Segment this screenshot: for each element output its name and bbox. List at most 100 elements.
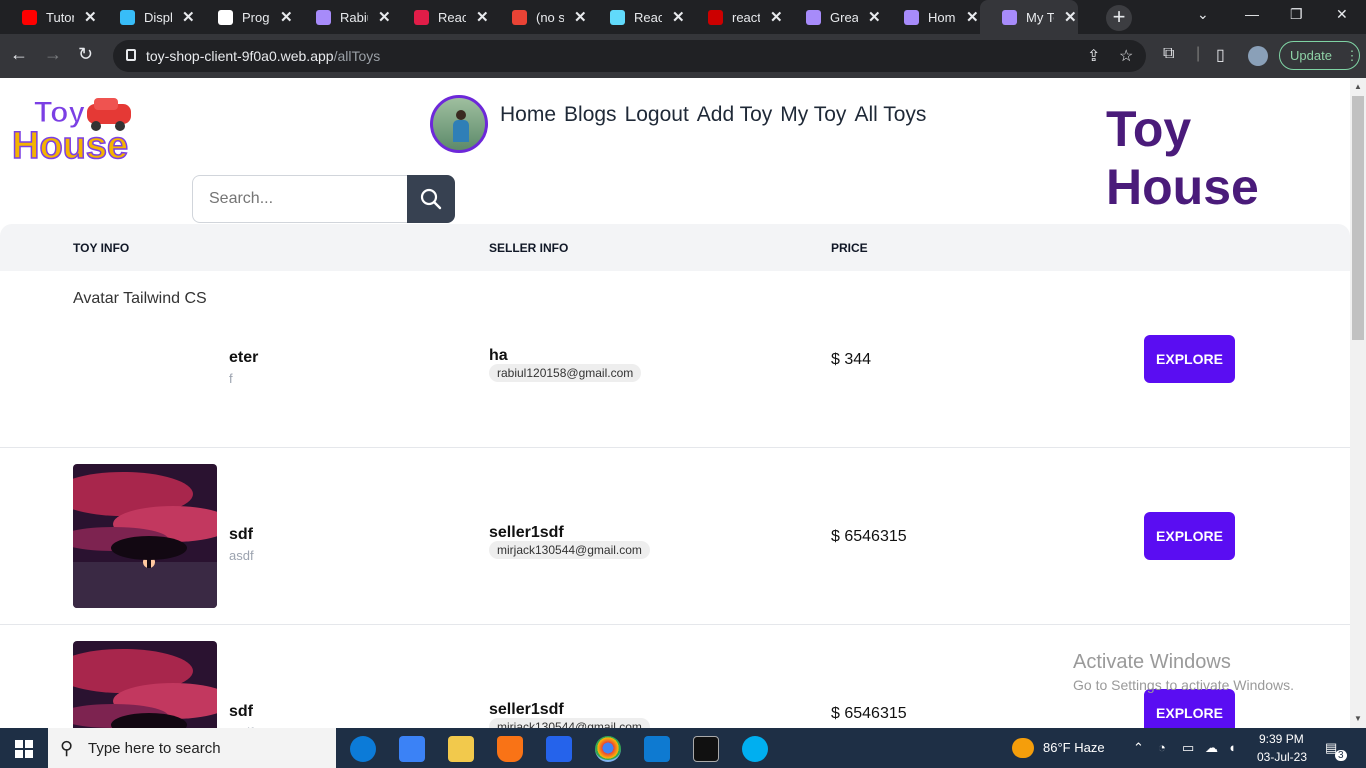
new-tab-button[interactable]: + [1106,5,1132,31]
browser-tab[interactable]: react ✕ [686,0,784,34]
taskbar-search-text: Type here to search [88,740,221,757]
edge-icon[interactable] [350,736,376,762]
browser-tab[interactable]: (no s ✕ [490,0,588,34]
page-viewport: Toy House Home Blogs Logout Add Toy My Toy Al… [0,78,1350,728]
browser-tab[interactable]: Great ✕ [784,0,882,34]
explore-button[interactable]: EXPLORE [1144,689,1235,728]
toy-thumbnail [73,464,217,608]
volume-icon[interactable]: ◖ [1228,740,1236,755]
nav-link-home[interactable]: Home [500,103,556,127]
tab-label: React [634,9,662,25]
tab-label: My To [1026,9,1054,25]
nav-link-logout[interactable]: Logout [625,103,689,127]
nav-link-my-toy[interactable]: My Toy [780,103,846,127]
notification-count: 3 [1335,750,1347,761]
table-header: TOY INFO SELLER INFO PRICE [0,224,1350,271]
onedrive-icon[interactable]: ☁ [1205,740,1218,756]
main-nav: Home Blogs Logout Add Toy My Toy All Toys [500,103,926,127]
tab-label: (no s [536,9,564,25]
browser-tab[interactable]: Home ✕ [882,0,980,34]
address-bar[interactable]: toy-shop-client-9f0a0.web.app/allToys ⇪ … [113,40,1146,72]
tab-close-icon[interactable]: ✕ [84,8,97,26]
seller-email: mirjack130544@gmail.com [489,541,650,559]
file-explorer-icon[interactable] [448,736,474,762]
profile-avatar[interactable] [1248,46,1268,66]
tab-label: Rabiu [340,9,368,25]
toy-subtitle: asdf [229,548,254,563]
header-price: PRICE [831,241,868,255]
extensions-icon[interactable]: ⧉ [1163,45,1174,63]
skype-icon[interactable] [742,736,768,762]
reload-icon[interactable]: ↻ [78,44,93,65]
close-window-button[interactable]: ✕ [1336,6,1348,23]
chrome-icon[interactable] [595,736,621,762]
search-button[interactable] [407,175,455,223]
tab-close-icon[interactable]: ✕ [672,8,685,26]
explore-button[interactable]: EXPLORE [1144,335,1235,383]
browser-tab[interactable]: Displ ✕ [98,0,196,34]
toolbar-divider: | [1196,45,1201,62]
tab-favicon-icon [610,10,625,25]
page-scrollbar[interactable]: ▲ ▼ [1350,78,1366,728]
update-button[interactable]: Update ⋮ [1279,41,1360,70]
browser-tab[interactable]: Rabiu ✕ [294,0,392,34]
tab-close-icon[interactable]: ✕ [1064,8,1077,26]
toy-thumbnail [73,641,217,728]
tab-close-icon[interactable]: ✕ [280,8,293,26]
menu-kebab-icon: ⋮ [1345,48,1359,63]
clock-time[interactable]: 9:39 PM [1259,732,1304,746]
taskbar-search[interactable]: ⚲ Type here to search [48,728,336,768]
browser-tab[interactable]: Tutor ✕ [0,0,98,34]
scroll-down-arrow[interactable]: ▼ [1354,714,1362,723]
nav-link-blogs[interactable]: Blogs [564,103,617,127]
seller-name: ha [489,347,508,364]
weather-text[interactable]: 86°F Haze [1043,740,1105,755]
tab-favicon-icon [120,10,135,25]
tab-close-icon[interactable]: ✕ [966,8,979,26]
tray-chevron-icon[interactable]: ⌃ [1133,740,1144,756]
nav-link-add-toy[interactable]: Add Toy [697,103,773,127]
restore-button[interactable]: ❐ [1290,6,1303,23]
browser-tab[interactable]: Progr ✕ [196,0,294,34]
network-icon[interactable]: ◔ [1158,740,1166,755]
store-icon[interactable] [399,736,425,762]
vscode-icon[interactable] [644,736,670,762]
forward-icon[interactable]: → [44,44,62,65]
table-row: Avatar Tailwind CS eter f ha rabiul12015… [0,271,1350,448]
mail-icon[interactable] [546,736,572,762]
bookmark-star-icon[interactable]: ☆ [1119,46,1133,66]
browser-tab[interactable]: React ✕ [588,0,686,34]
share-icon[interactable]: ⇪ [1087,46,1100,66]
tab-label: react [732,9,760,25]
explore-button[interactable]: EXPLORE [1144,512,1235,560]
meet-icon[interactable]: ▭ [1182,740,1194,756]
side-panel-icon[interactable]: ▯ [1216,45,1225,65]
tab-close-icon[interactable]: ✕ [574,8,587,26]
scroll-up-arrow[interactable]: ▲ [1354,82,1362,91]
tab-search-icon[interactable]: ⌄ [1197,6,1209,23]
nav-link-all-toys[interactable]: All Toys [854,103,926,127]
seller-email: rabiul120158@gmail.com [489,364,642,382]
tab-favicon-icon [22,10,37,25]
user-avatar[interactable] [430,95,488,153]
windows-start-icon[interactable] [15,740,33,758]
tab-close-icon[interactable]: ✕ [868,8,881,26]
toy-name: sdf [229,703,253,720]
tab-favicon-icon [414,10,429,25]
tab-close-icon[interactable]: ✕ [378,8,391,26]
tab-close-icon[interactable]: ✕ [770,8,783,26]
tab-label: Displ [144,9,172,25]
tab-close-icon[interactable]: ✕ [476,8,489,26]
vlc-icon[interactable] [497,736,523,762]
browser-tab[interactable]: My To ✕ [980,0,1078,34]
clock-date[interactable]: 03-Jul-23 [1257,750,1307,764]
toy-house-logo[interactable]: Toy House [11,92,132,168]
tab-close-icon[interactable]: ✕ [182,8,195,26]
terminal-icon[interactable] [693,736,719,762]
minimize-button[interactable]: — [1245,6,1259,22]
header-seller-info: SELLER INFO [489,241,569,255]
back-icon[interactable]: ← [10,44,28,65]
search-input[interactable] [192,175,408,223]
browser-tab[interactable]: React ✕ [392,0,490,34]
scroll-thumb[interactable] [1352,96,1364,340]
